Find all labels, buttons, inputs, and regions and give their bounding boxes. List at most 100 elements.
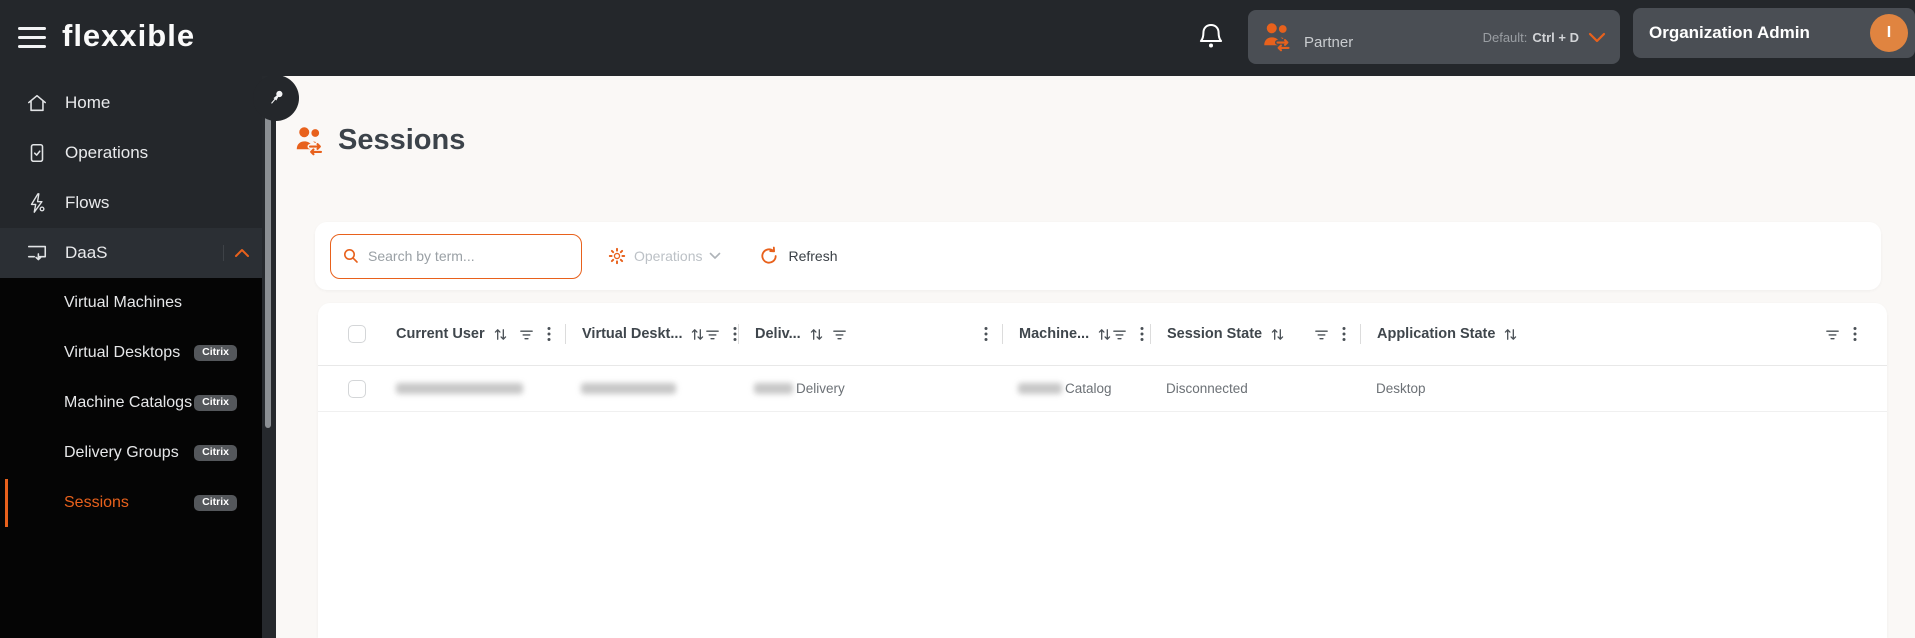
partner-shortcut-prefix: Default: bbox=[1482, 29, 1528, 45]
sidebar-item-label: Delivery Groups bbox=[64, 444, 179, 461]
column-header-application-state[interactable]: Application State bbox=[1360, 303, 1887, 365]
redacted-text bbox=[396, 383, 523, 394]
filter-icon[interactable] bbox=[705, 327, 720, 342]
column-header-virtual-desktop[interactable]: Virtual Deskt... bbox=[565, 303, 738, 365]
filter-icon[interactable] bbox=[1112, 327, 1127, 342]
filter-icon[interactable] bbox=[1314, 327, 1329, 342]
citrix-badge: Citrix bbox=[194, 344, 237, 362]
partner-people-swap-icon bbox=[1262, 22, 1294, 52]
search-icon bbox=[343, 248, 359, 264]
sidebar-item-label: Operations bbox=[65, 143, 149, 162]
organization-admin-label: Organization Admin bbox=[1649, 23, 1810, 42]
monitor-download-icon bbox=[26, 242, 48, 264]
top-bar: flexxible Partner Default: Ctrl + D Orga… bbox=[0, 0, 1915, 76]
user-avatar[interactable]: I bbox=[1870, 14, 1908, 52]
search-box bbox=[330, 233, 582, 279]
column-header-machine-catalog[interactable]: Machine... bbox=[1002, 303, 1150, 365]
sort-icon[interactable] bbox=[1503, 327, 1518, 342]
column-header-delivery-group[interactable]: Deliv... bbox=[738, 303, 1002, 365]
sidebar-item-label: Flows bbox=[65, 193, 110, 212]
kebab-menu-icon[interactable] bbox=[1342, 326, 1346, 342]
chevron-up-icon[interactable] bbox=[234, 248, 250, 258]
sidebar-item-operations[interactable]: Operations bbox=[0, 128, 262, 178]
filter-icon[interactable] bbox=[1825, 327, 1840, 342]
filter-icon[interactable] bbox=[832, 327, 847, 342]
citrix-badge: Citrix bbox=[194, 444, 237, 462]
partner-shortcut-keys: Ctrl + D bbox=[1532, 29, 1579, 45]
operations-dropdown-button[interactable]: Operations bbox=[608, 247, 721, 265]
sidebar-item-daas[interactable]: DaaS bbox=[0, 228, 262, 278]
sidebar-item-label: Home bbox=[65, 93, 111, 112]
sort-icon[interactable] bbox=[493, 327, 508, 342]
redacted-text bbox=[581, 383, 676, 394]
sidebar-item-label: Virtual Machines bbox=[64, 294, 182, 311]
kebab-menu-icon[interactable] bbox=[1853, 326, 1857, 342]
refresh-icon bbox=[759, 246, 779, 266]
operations-label: Operations bbox=[634, 248, 703, 264]
cell-application-state: Desktop bbox=[1376, 381, 1426, 396]
refresh-label: Refresh bbox=[788, 248, 838, 264]
sessions-table: Current User Virtual Deskt... Deliv... M… bbox=[318, 303, 1887, 638]
column-header-current-user[interactable]: Current User bbox=[380, 303, 565, 365]
chevron-down-icon bbox=[709, 252, 721, 260]
sidebar-item-label: Virtual Desktops bbox=[64, 344, 181, 361]
organization-admin-button[interactable]: Organization Admin I bbox=[1633, 8, 1915, 58]
notifications-bell-icon[interactable] bbox=[1197, 21, 1225, 55]
cell-current-user bbox=[380, 366, 565, 411]
sessions-people-swap-icon bbox=[295, 126, 326, 156]
sidebar-item-sessions[interactable]: Sessions Citrix bbox=[0, 478, 262, 528]
sidebar-item-flows[interactable]: Flows bbox=[0, 178, 262, 228]
kebab-menu-icon[interactable] bbox=[547, 326, 551, 342]
gear-icon bbox=[608, 247, 626, 265]
select-all-checkbox[interactable] bbox=[348, 325, 366, 343]
cell-delivery-group: Delivery bbox=[738, 366, 1002, 411]
redacted-text bbox=[754, 383, 793, 394]
kebab-menu-icon[interactable] bbox=[1140, 326, 1144, 342]
refresh-button[interactable]: Refresh bbox=[759, 246, 838, 266]
chevron-down-icon[interactable] bbox=[1588, 32, 1606, 43]
page-title: Sessions bbox=[338, 124, 466, 156]
sidebar-item-virtual-desktops[interactable]: Virtual Desktops Citrix bbox=[0, 328, 262, 378]
column-header-session-state[interactable]: Session State bbox=[1150, 303, 1360, 365]
sidebar-nav: Home Operations Flows DaaS Virtual Machi… bbox=[0, 76, 262, 638]
app: flexxible Partner Default: Ctrl + D Orga… bbox=[0, 0, 1915, 638]
table-header-row: Current User Virtual Deskt... Deliv... M… bbox=[318, 303, 1887, 366]
document-check-icon bbox=[26, 142, 48, 164]
table-row[interactable]: Delivery Catalog Disconnected Desktop bbox=[318, 366, 1887, 412]
sort-icon[interactable] bbox=[690, 327, 705, 342]
sidebar-item-virtual-machines[interactable]: Virtual Machines bbox=[0, 278, 262, 328]
citrix-badge: Citrix bbox=[194, 394, 237, 412]
hamburger-menu-icon[interactable] bbox=[18, 27, 46, 48]
partner-switcher-button[interactable]: Partner Default: Ctrl + D bbox=[1248, 10, 1620, 64]
cell-session-state: Disconnected bbox=[1166, 381, 1248, 396]
cell-machine-catalog: Catalog bbox=[1002, 366, 1150, 411]
sort-icon[interactable] bbox=[1270, 327, 1285, 342]
sidebar-item-label: Sessions bbox=[64, 494, 129, 511]
cell-virtual-desktop bbox=[565, 366, 738, 411]
sidebar-item-delivery-groups[interactable]: Delivery Groups Citrix bbox=[0, 428, 262, 478]
row-checkbox[interactable] bbox=[348, 379, 366, 398]
sort-icon[interactable] bbox=[1097, 327, 1112, 342]
sort-icon[interactable] bbox=[809, 327, 824, 342]
kebab-menu-icon[interactable] bbox=[984, 326, 988, 342]
pin-sidebar-button[interactable] bbox=[253, 75, 299, 121]
sidebar-item-home[interactable]: Home bbox=[0, 78, 262, 128]
sidebar-item-label: Machine Catalogs bbox=[64, 394, 193, 411]
toolbar: Operations Refresh bbox=[315, 222, 1881, 290]
lightning-gear-icon bbox=[26, 192, 48, 214]
sidebar-item-label: DaaS bbox=[65, 243, 108, 262]
filter-icon[interactable] bbox=[519, 327, 534, 342]
sidebar-scrollbar[interactable] bbox=[262, 76, 276, 638]
divider bbox=[223, 245, 224, 261]
home-icon bbox=[26, 92, 48, 114]
sidebar-item-machine-catalogs[interactable]: Machine Catalogs Citrix bbox=[0, 378, 262, 428]
kebab-menu-icon[interactable] bbox=[733, 326, 737, 342]
partner-label: Partner bbox=[1304, 33, 1354, 51]
redacted-text bbox=[1018, 383, 1062, 394]
page-header: Sessions bbox=[295, 124, 465, 157]
scrollbar-thumb[interactable] bbox=[265, 78, 271, 428]
citrix-badge: Citrix bbox=[194, 494, 237, 512]
daas-submenu: Virtual Machines Virtual Desktops Citrix… bbox=[0, 278, 262, 638]
search-input[interactable] bbox=[368, 248, 569, 264]
brand-logo: flexxible bbox=[62, 18, 196, 53]
